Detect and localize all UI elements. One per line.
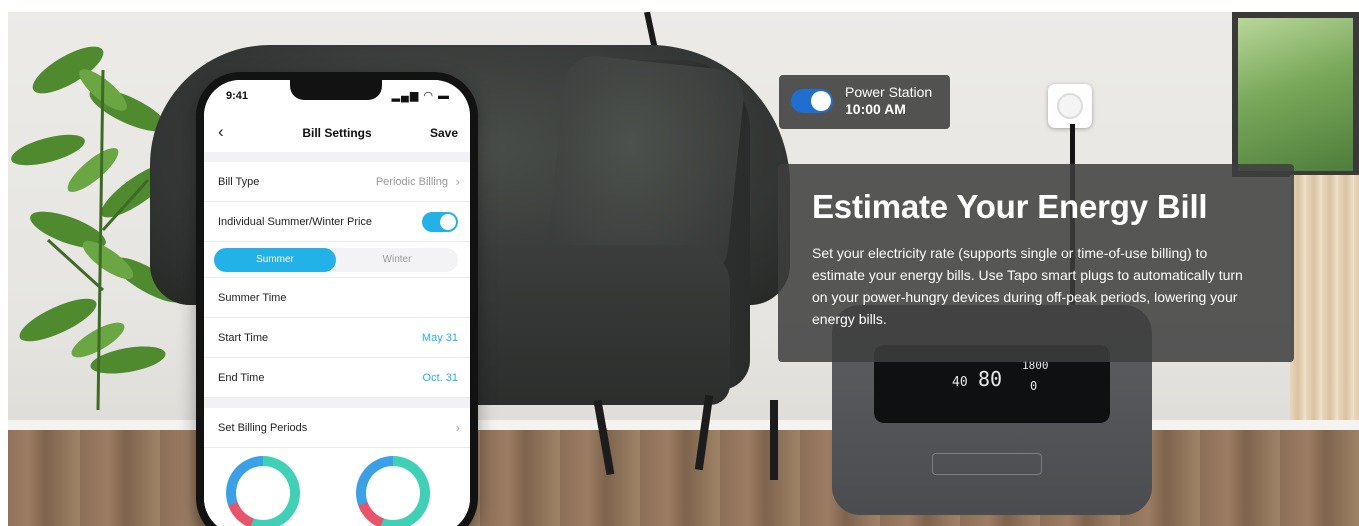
armchair-leg	[770, 400, 778, 480]
power-station-card: Power Station 10:00 AM	[779, 75, 950, 129]
hero-scene: 80 40 1800 0 9:41 ▂▄▆ ◠ ▬ ‹ Bill Setting…	[0, 0, 1359, 526]
individual-price-toggle[interactable]	[422, 212, 458, 232]
status-time: 9:41	[226, 90, 249, 102]
window	[1232, 12, 1359, 177]
individual-price-row: Individual Summer/Winter Price	[204, 202, 470, 242]
device-name: Power Station	[845, 84, 933, 100]
summer-period-clock[interactable]	[226, 456, 300, 526]
segment-summer[interactable]: Summer	[214, 248, 336, 272]
start-time-row[interactable]: Start Time May 31	[204, 318, 470, 358]
billing-periods-row[interactable]: Set Billing Periods ›	[204, 408, 470, 448]
power-station-toggle[interactable]	[791, 89, 833, 113]
station-readout-right-bottom: 0	[1030, 379, 1038, 393]
phone-notch	[290, 80, 382, 100]
clock-face	[236, 466, 290, 520]
feature-description: Set your electricity rate (supports sing…	[812, 245, 1243, 327]
chevron-right-icon: ›	[455, 174, 460, 189]
end-time-value: Oct. 31	[422, 372, 458, 384]
frame-left	[0, 0, 8, 526]
station-readout-left: 40	[952, 375, 968, 390]
wall-socket	[1048, 84, 1092, 128]
curtain	[1290, 175, 1359, 435]
start-time-value: May 31	[421, 332, 458, 344]
season-segmented-control: Summer Winter	[214, 248, 458, 272]
bill-type-value: Periodic Billing	[375, 176, 448, 188]
billing-periods-label: Set Billing Periods	[218, 422, 308, 434]
chevron-right-icon: ›	[455, 420, 460, 435]
phone-mockup: 9:41 ▂▄▆ ◠ ▬ ‹ Bill Settings Save Bill T…	[196, 72, 478, 526]
bill-type-row[interactable]: Bill Type Periodic Billing ›	[204, 162, 470, 202]
segment-winter[interactable]: Winter	[336, 248, 458, 272]
individual-price-label: Individual Summer/Winter Price	[218, 216, 373, 228]
phone-screen: 9:41 ▂▄▆ ◠ ▬ ‹ Bill Settings Save Bill T…	[204, 80, 470, 526]
start-time-label: Start Time	[218, 332, 269, 344]
feature-headline: Estimate Your Energy Bill	[812, 188, 1208, 225]
nav-bar: ‹ Bill Settings Save	[204, 114, 470, 152]
power-station-ports	[932, 453, 1042, 475]
end-time-row[interactable]: End Time Oct. 31	[204, 358, 470, 398]
end-time-label: End Time	[218, 372, 265, 384]
billing-period-clocks	[204, 448, 470, 526]
frame-top	[0, 0, 1359, 12]
winter-period-clock[interactable]	[356, 456, 430, 526]
device-time: 10:00 AM	[845, 101, 906, 117]
station-readout-main: 80	[978, 367, 1003, 391]
toggle-knob	[811, 91, 831, 111]
smart-plug	[1057, 93, 1083, 119]
toggle-knob	[440, 214, 456, 230]
feature-info-card: Estimate Your Energy Bill Set your elect…	[778, 164, 1294, 362]
summer-time-row: Summer Time	[204, 278, 470, 318]
status-bar: 9:41 ▂▄▆ ◠ ▬	[204, 80, 470, 114]
summer-time-label: Summer Time	[218, 292, 287, 304]
season-segment-row: Summer Winter	[204, 242, 470, 278]
clock-face	[366, 466, 420, 520]
signal-wifi-battery-icon: ▂▄▆ ◠ ▬	[391, 90, 450, 102]
armchair-seat	[440, 245, 730, 405]
save-button[interactable]: Save	[430, 126, 458, 140]
bill-type-label: Bill Type	[218, 176, 260, 188]
